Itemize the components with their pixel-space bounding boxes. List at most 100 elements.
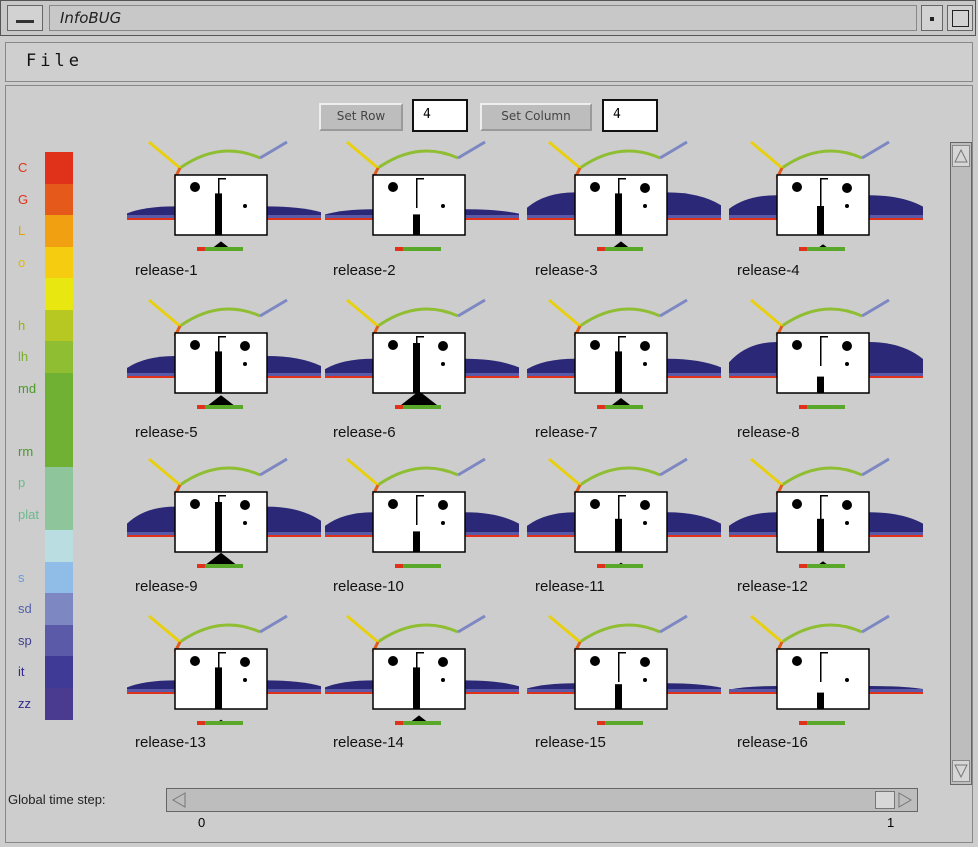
glyph-label: release-5	[135, 424, 198, 441]
antenna-right	[861, 457, 890, 477]
mouth-red	[197, 247, 205, 251]
column-input[interactable]: 4	[602, 99, 658, 132]
scroll-up-icon[interactable]	[952, 145, 970, 167]
legend-label: zz	[18, 695, 31, 711]
antenna-right	[861, 140, 890, 160]
mouth-triangle	[613, 241, 629, 247]
mouth-triangle	[819, 561, 827, 564]
legend-swatch	[45, 404, 73, 437]
mouth-green	[603, 564, 643, 568]
eye-right	[438, 657, 448, 667]
arc	[179, 623, 261, 644]
mouth-red	[799, 247, 807, 251]
arc	[781, 307, 863, 328]
eye-left	[590, 182, 600, 192]
bracket	[820, 652, 822, 682]
arc	[179, 307, 261, 328]
mouth-triangle	[208, 395, 234, 405]
pupil	[243, 678, 247, 682]
antenna-left	[148, 614, 181, 644]
legend-label: C	[18, 160, 28, 175]
eye-right	[842, 183, 852, 193]
antenna-left	[346, 298, 379, 328]
legend-swatch	[45, 656, 73, 689]
antenna-right	[861, 298, 890, 318]
antenna-right	[259, 298, 288, 318]
bracket	[820, 336, 822, 366]
eye-left	[190, 499, 200, 509]
mouth-green	[401, 247, 441, 251]
minimize-icon[interactable]	[921, 5, 943, 31]
slider-right-icon[interactable]	[895, 790, 915, 810]
legend-label: it	[18, 664, 25, 679]
antenna-right	[457, 457, 486, 477]
eye-right	[640, 341, 650, 351]
maximize-icon[interactable]	[947, 5, 973, 31]
slider-left-icon[interactable]	[169, 790, 189, 810]
legend-swatch	[45, 215, 73, 248]
antenna-left	[548, 614, 581, 644]
antenna-left	[148, 457, 181, 487]
eye-right	[240, 657, 250, 667]
glyph-label: release-11	[535, 578, 605, 595]
scroll-down-icon[interactable]	[952, 760, 970, 782]
antenna-left	[346, 140, 379, 170]
title-bar: InfoBUG	[0, 0, 976, 36]
arc	[377, 623, 459, 644]
time-step-slider[interactable]	[166, 788, 918, 812]
eye-left	[388, 499, 398, 509]
vertical-scrollbar[interactable]	[950, 142, 972, 785]
nose-bar	[413, 214, 420, 235]
mountain-right	[465, 512, 519, 535]
glyph-label: release-8	[737, 424, 800, 441]
antenna-left	[148, 298, 181, 328]
arc	[579, 623, 661, 644]
arc	[377, 307, 459, 328]
arc	[781, 149, 863, 170]
antenna-left	[750, 140, 783, 170]
nose-bar	[615, 518, 622, 552]
nose-bar	[615, 351, 622, 393]
set-row-button[interactable]: Set Row	[319, 103, 403, 131]
glyph-label: release-12	[737, 578, 808, 595]
mouth-red	[799, 721, 807, 725]
bracket	[618, 652, 620, 682]
legend-swatch	[45, 530, 73, 563]
mouth-green	[805, 405, 845, 409]
row-input[interactable]: 4	[412, 99, 468, 132]
menu-file[interactable]: File	[26, 51, 83, 71]
set-column-button[interactable]: Set Column	[480, 103, 592, 131]
glyph-label: release-9	[135, 578, 198, 595]
antenna-right	[457, 614, 486, 634]
eye-right	[640, 500, 650, 510]
glyph-label: release-10	[333, 578, 404, 595]
mouth-triangle	[612, 398, 630, 405]
antenna-right	[457, 140, 486, 160]
pupil	[845, 362, 849, 366]
eye-right	[438, 341, 448, 351]
mouth-green	[401, 564, 441, 568]
eye-right	[842, 500, 852, 510]
mountain-left	[325, 512, 373, 535]
mouth-red	[799, 405, 807, 409]
nose-bar	[215, 667, 222, 709]
pupil	[243, 362, 247, 366]
nose-bar	[413, 667, 420, 709]
mountain-left	[127, 506, 175, 535]
arc	[579, 466, 661, 487]
glyph-label: release-3	[535, 262, 598, 279]
pupil	[845, 521, 849, 525]
nose-bar	[615, 193, 622, 235]
arc	[377, 466, 459, 487]
mouth-red	[597, 247, 605, 251]
mouth-red	[799, 564, 807, 568]
window-menu-icon[interactable]	[7, 5, 43, 31]
glyph-label: release-6	[333, 424, 396, 441]
nose-bar	[817, 206, 824, 235]
antenna-right	[259, 614, 288, 634]
slider-thumb[interactable]	[875, 791, 895, 809]
eye-left	[388, 340, 398, 350]
legend-swatch	[45, 561, 73, 594]
antenna-right	[259, 140, 288, 160]
legend-swatch	[45, 278, 73, 311]
